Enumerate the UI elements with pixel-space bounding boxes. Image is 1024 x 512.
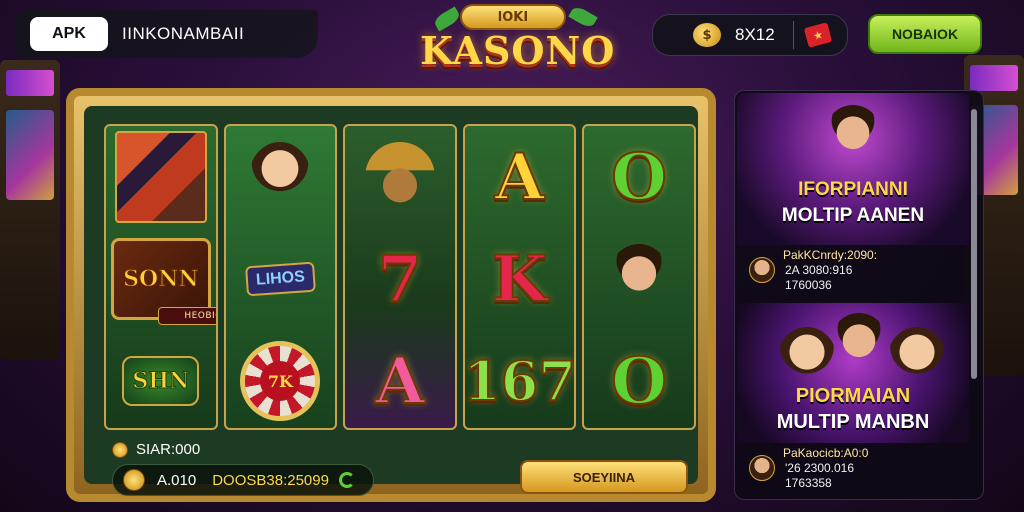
a-glyph: A [374, 343, 426, 420]
card-title-line2: MULTIP MANBN [776, 411, 930, 433]
gift-icon[interactable]: ★ [803, 22, 832, 48]
logo-badge: lOKI [460, 4, 566, 30]
card-info-line3: 1760036 [785, 277, 832, 292]
woman-face-icon [249, 142, 312, 212]
man-symbol [584, 228, 694, 330]
seven-glyph: 7 [377, 241, 424, 318]
bet-label: SIAR:000 [136, 441, 201, 458]
card-info-line2: '26 2300.016 [785, 460, 855, 475]
coin-icon: $ [693, 23, 721, 47]
card-info-line1: PaKaocicb:A0:0 [783, 445, 869, 460]
panel-scrollbar[interactable] [971, 109, 977, 379]
bonus-tile: SONN HEOBICN [110, 238, 216, 325]
stripes-symbol [106, 126, 216, 228]
card-info-line1: PakKCnrdy:2090: [783, 247, 878, 262]
lihos-badge: LIHOS [244, 261, 316, 297]
player-avatar-icon [887, 327, 947, 393]
number-glyph: 167 [463, 348, 576, 414]
slot-badge-symbol: SHN [106, 330, 216, 428]
spin-button[interactable]: SOEYIINA [520, 460, 688, 494]
card-info: PaKaocicb:A0:0 '26 2300.016 1763358 [749, 445, 961, 491]
player-avatar-icon [829, 313, 889, 379]
reel-4: A K 167 [462, 124, 577, 430]
logo-title: KASONO [420, 28, 616, 73]
bonus-tile-sub: HEOBICN [157, 307, 216, 325]
bonus-tile-title: SONN [123, 266, 199, 293]
top-left-bar: APK IINKONAMBAII [16, 10, 318, 58]
bonus-tile-symbol: SONN HEOBICN [106, 228, 216, 330]
balance-total: DOOSB38:25099 [212, 471, 329, 489]
refresh-icon[interactable] [338, 472, 355, 488]
tournament-card[interactable]: IFORPIANNI MOLTIP AANEN PakKCnrdy:2090: … [737, 93, 969, 297]
cowboy-symbol [345, 126, 455, 228]
roulette-wheel-icon: 7K [240, 341, 321, 421]
woman-symbol [226, 126, 336, 228]
slot-badge: SHN [122, 356, 200, 406]
wallet-divider [792, 21, 794, 49]
cowboy-hat-icon [364, 142, 435, 212]
letter-o-symbol: O [584, 126, 694, 228]
coin-icon [112, 441, 128, 458]
a-glyph: A [494, 139, 546, 216]
reel-5: O O [582, 124, 696, 430]
avatar [749, 257, 775, 283]
avatar [749, 455, 775, 481]
k-glyph: K [491, 241, 549, 318]
card-info-line2: 2A 3080:916 [785, 262, 853, 277]
letter-a-symbol: A [345, 330, 455, 428]
reel-3: 7 A [343, 124, 457, 430]
lihos-symbol: LIHOS [226, 228, 336, 330]
tournament-panel: IFORPIANNI MOLTIP AANEN PakKCnrdy:2090: … [734, 90, 984, 500]
number-symbol: 167 [463, 330, 576, 428]
leaf-icon [568, 4, 598, 30]
balance-amount: A.010 [157, 471, 197, 489]
seven-symbol: 7 [345, 228, 455, 330]
machine-panel: SONN HEOBICN SHN LIHOS 7K 7 [84, 106, 698, 496]
wallet-pill[interactable]: $ 8X12 ★ [652, 14, 848, 56]
letter-a-symbol: A [465, 126, 575, 228]
wallet-value: 8X12 [735, 25, 775, 44]
reel-2: LIHOS 7K [223, 124, 338, 430]
o-glyph: O [610, 139, 668, 216]
game-logo: lOKI KASONO [420, 2, 616, 84]
o-glyph: O [610, 343, 668, 420]
app-name: IINKONAMBAII [122, 24, 245, 43]
slot-machine: SONN HEOBICN SHN LIHOS 7K 7 [66, 88, 716, 502]
wheel-label: 7K [260, 361, 301, 401]
man-face-icon [608, 244, 671, 314]
card-title-line1: IFORPIANNI [798, 179, 908, 200]
coin-icon [123, 469, 145, 491]
arcade-machine-left [0, 60, 60, 360]
top-action-button[interactable]: NOBAIOK [868, 14, 982, 54]
card-info: PakKCnrdy:2090: 2A 3080:916 1760036 [749, 247, 961, 293]
apk-button[interactable]: APK [30, 17, 108, 51]
card-title-line1: PIORMAIAN [795, 385, 911, 407]
card-info-line3: 1763358 [785, 475, 832, 490]
reel-1: SONN HEOBICN SHN [104, 124, 218, 430]
bet-row: SIAR:000 [112, 441, 200, 458]
reels: SONN HEOBICN SHN LIHOS 7K 7 [104, 124, 696, 430]
player-avatar-icon [777, 327, 837, 393]
balance-bar: A.010 DOOSB38:25099 [112, 464, 374, 496]
letter-o-symbol: O [584, 330, 694, 428]
wheel-symbol: 7K [226, 330, 336, 428]
card-title-line2: MOLTIP AANEN [781, 205, 925, 226]
letter-k-symbol: K [465, 228, 575, 330]
tournament-card[interactable]: PIORMAIAN MULTIP MANBN PaKaocicb:A0:0 '2… [737, 303, 969, 499]
player-avatar-icon [823, 105, 883, 171]
